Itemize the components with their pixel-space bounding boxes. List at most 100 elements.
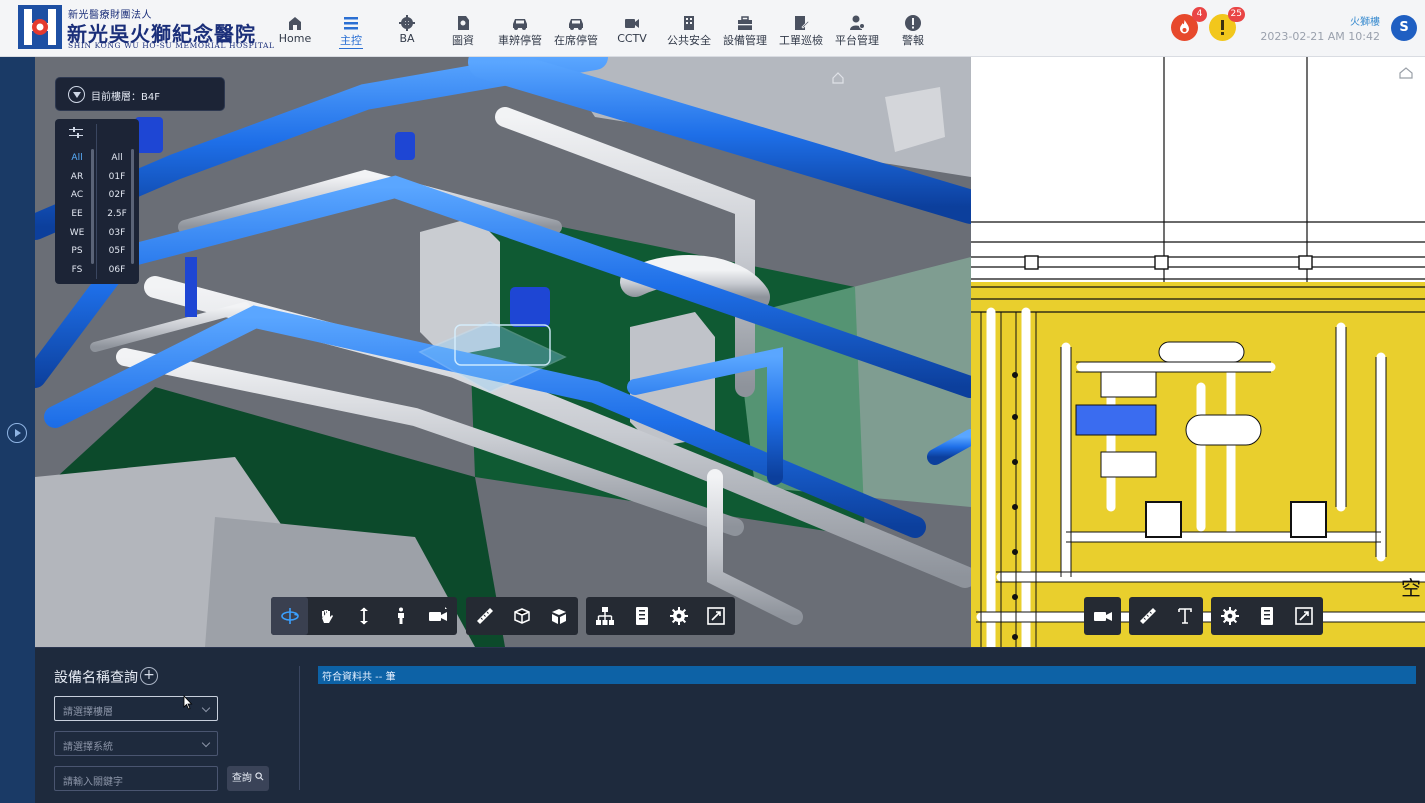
home-view-icon[interactable] [832, 72, 844, 84]
add-query-button[interactable]: + [140, 667, 158, 685]
properties-button[interactable] [623, 597, 660, 635]
nav-ba[interactable]: BA [379, 0, 435, 57]
house-icon [289, 17, 301, 30]
drawing-camera-toolbar [1084, 597, 1121, 635]
fire-alert-count: 4 [1192, 7, 1207, 22]
measure-icon [477, 608, 493, 624]
settings-icon [670, 607, 688, 625]
user-avatar[interactable]: S [1391, 15, 1417, 41]
home-view-icon[interactable] [1399, 67, 1413, 79]
cad-2d-viewer[interactable]: 空 [971, 57, 1425, 647]
nav-label: 圖資 [452, 34, 474, 47]
system-filter-all[interactable]: All [59, 149, 95, 168]
zoom-icon [360, 607, 368, 625]
nav-home[interactable]: Home [267, 0, 323, 57]
camera-icon [429, 607, 447, 621]
nav-equipment-management[interactable]: 設備管理 [717, 0, 773, 57]
nav-cctv[interactable]: CCTV [604, 0, 660, 57]
fullscreen-button[interactable] [697, 597, 734, 635]
navigation-toolbar [271, 597, 457, 635]
pan-tool-button[interactable] [308, 597, 345, 635]
floor-filter-02f[interactable]: 02F [99, 186, 135, 205]
edit-icon [795, 16, 810, 30]
nav-occupancy-parking[interactable]: 在席停管 [548, 0, 604, 57]
filter-sliders-icon[interactable] [69, 127, 83, 139]
system-filter-ee[interactable]: EE [59, 205, 95, 224]
nav-platform-management[interactable]: 平台管理 [829, 0, 885, 57]
nav-label: 平台管理 [835, 34, 879, 47]
drawing-properties-button[interactable] [1248, 597, 1285, 635]
drawing-fullscreen-button[interactable] [1285, 597, 1322, 635]
hospital-logo[interactable]: 新光醫療財團法人 新光吳火獅紀念醫院 SHIN KONG WU HO-SU ME… [18, 5, 274, 51]
drawing-text-button[interactable] [1166, 597, 1203, 635]
system-filter-we[interactable]: WE [59, 224, 95, 243]
settings-icon [1221, 607, 1239, 625]
drawing-camera-button[interactable] [1084, 597, 1121, 635]
floor-select[interactable]: 請選擇樓層 [54, 696, 218, 721]
bim-3d-viewer[interactable]: 目前樓層：B4F All AR AC EE WE PS FS All 01F 0… [35, 57, 971, 647]
search-button[interactable]: 查詢 [227, 766, 269, 791]
current-datetime: 2023-02-21 AM 10:42 [1260, 30, 1380, 43]
fullscreen-icon [707, 607, 725, 625]
system-filter-ac[interactable]: AC [59, 186, 95, 205]
floor-filter-05f[interactable]: 05F [99, 242, 135, 261]
first-person-tool-button[interactable] [382, 597, 419, 635]
map-icon [458, 16, 469, 30]
warning-alert-button[interactable]: 25 [1209, 7, 1245, 41]
dropdown-triangle-icon [68, 86, 85, 103]
floor-filter-list: All 01F 02F 2.5F 03F 05F 06F [99, 149, 135, 280]
system-select[interactable]: 請選擇系統 [54, 731, 218, 756]
zoom-tool-button[interactable] [345, 597, 382, 635]
camera-icon [1094, 612, 1112, 621]
floor-filter-25f[interactable]: 2.5F [99, 205, 135, 224]
system-filter-ar[interactable]: AR [59, 168, 95, 187]
chevron-down-icon [201, 738, 211, 748]
nav-label: 警報 [902, 34, 924, 47]
floor-filter-06f[interactable]: 06F [99, 261, 135, 280]
nav-label: 工單巡檢 [779, 34, 823, 47]
menu-icon [344, 17, 358, 30]
floor-filter-01f[interactable]: 01F [99, 168, 135, 187]
logo-english-text: SHIN KONG WU HO-SU MEMORIAL HOSPITAL [68, 41, 275, 50]
nav-alarm[interactable]: 警報 [885, 0, 941, 57]
current-floor-selector[interactable]: 目前樓層：B4F [55, 77, 225, 111]
drawing-settings-button[interactable] [1211, 597, 1248, 635]
expand-sidebar-play-icon[interactable] [7, 423, 27, 443]
nav-work-orders[interactable]: 工單巡檢 [773, 0, 829, 57]
nav-label: CCTV [617, 32, 647, 45]
system-floor-filter-panel: All AR AC EE WE PS FS All 01F 02F 2.5F 0… [55, 119, 139, 284]
nav-label: BA [399, 32, 415, 45]
nav-label: 主控 [340, 34, 362, 47]
result-count-bar: 符合資料共 -- 筆 [318, 666, 1416, 684]
nav-map[interactable]: 圖資 [435, 0, 491, 57]
fire-alert-button[interactable]: 4 [1171, 7, 1207, 41]
car-icon [569, 19, 583, 30]
measure-tool-button[interactable] [466, 597, 503, 635]
explode-tool-button[interactable] [540, 597, 577, 635]
top-header: 新光醫療財團法人 新光吳火獅紀念醫院 SHIN KONG WU HO-SU ME… [0, 0, 1425, 57]
camera-tool-button[interactable] [419, 597, 456, 635]
nav-main-control[interactable]: 主控 [323, 0, 379, 57]
search-button-label: 查詢 [231, 773, 252, 784]
nav-lpr-parking[interactable]: 車辨停管 [492, 0, 548, 57]
floor-filter-03f[interactable]: 03F [99, 224, 135, 243]
left-collapse-strip [0, 57, 35, 803]
nav-public-safety[interactable]: 公共安全 [661, 0, 717, 57]
floor-select-placeholder: 請選擇樓層 [63, 707, 113, 718]
drawing-measure-button[interactable] [1129, 597, 1166, 635]
fire-building-label[interactable]: 火獅樓 [1350, 13, 1380, 28]
system-filter-ps[interactable]: PS [59, 242, 95, 261]
keyword-input[interactable]: 請輸入關鍵字 [54, 766, 218, 791]
pan-icon [322, 610, 333, 623]
floor-filter-all[interactable]: All [99, 149, 135, 168]
system-filter-fs[interactable]: FS [59, 261, 95, 280]
car-icon [513, 19, 527, 30]
model-tree-button[interactable] [586, 597, 623, 635]
model-tree-icon [596, 607, 614, 625]
drawing-settings-toolbar [1211, 597, 1323, 635]
settings-button[interactable] [660, 597, 697, 635]
orbit-tool-button[interactable] [271, 597, 308, 635]
section-box-tool-button[interactable] [503, 597, 540, 635]
system-filter-list: All AR AC EE WE PS FS [59, 149, 95, 280]
cad-floorplan-render: 空 [971, 57, 1425, 647]
